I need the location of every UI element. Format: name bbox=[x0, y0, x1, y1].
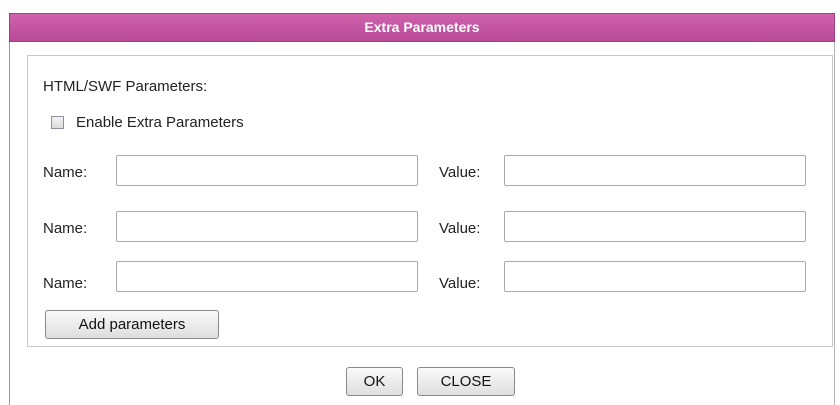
name-label: Name: bbox=[43, 220, 88, 237]
parameters-panel: HTML/SWF Parameters: Enable Extra Parame… bbox=[27, 55, 833, 347]
extra-parameters-dialog: Extra Parameters HTML/SWF Parameters: En… bbox=[9, 13, 835, 405]
ok-button[interactable]: OK bbox=[346, 367, 403, 396]
close-button[interactable]: CLOSE bbox=[417, 367, 515, 396]
enable-extra-parameters-label: Enable Extra Parameters bbox=[76, 114, 244, 131]
value-label: Value: bbox=[439, 164, 481, 181]
name-label: Name: bbox=[43, 275, 88, 292]
name-label: Name: bbox=[43, 164, 88, 181]
value-label: Value: bbox=[439, 275, 481, 292]
section-title: HTML/SWF Parameters: bbox=[43, 78, 208, 95]
value-input-1[interactable] bbox=[504, 155, 806, 186]
enable-extra-parameters-row[interactable]: Enable Extra Parameters bbox=[51, 114, 244, 131]
value-label: Value: bbox=[439, 220, 481, 237]
name-input-3[interactable] bbox=[116, 261, 418, 292]
name-input-1[interactable] bbox=[116, 155, 418, 186]
name-input-2[interactable] bbox=[116, 211, 418, 242]
dialog-title: Extra Parameters bbox=[9, 13, 835, 42]
value-input-3[interactable] bbox=[504, 261, 806, 292]
value-input-2[interactable] bbox=[504, 211, 806, 242]
add-parameters-button[interactable]: Add parameters bbox=[45, 310, 219, 339]
enable-extra-parameters-checkbox[interactable] bbox=[51, 116, 64, 129]
